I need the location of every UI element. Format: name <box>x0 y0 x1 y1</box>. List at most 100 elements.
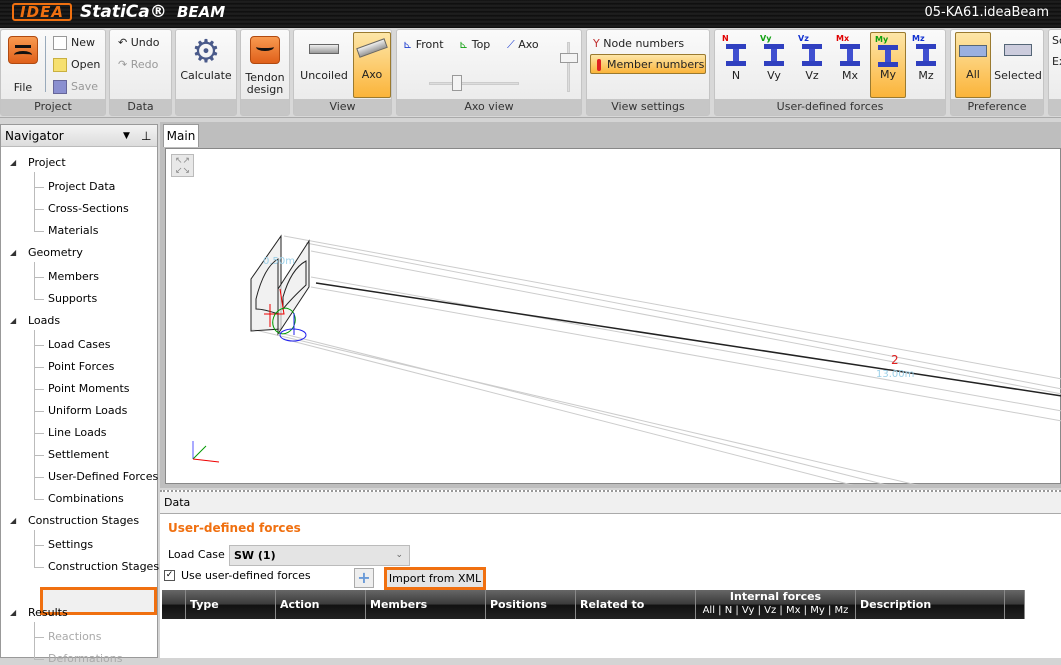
horizontal-rotation-slider[interactable] <box>429 75 519 91</box>
save-label: Save <box>71 80 99 93</box>
udf-button-vy[interactable]: Vy Vy <box>756 32 792 98</box>
expand-icon[interactable]: ◢ <box>10 516 16 525</box>
nav-item-point-moments[interactable]: Point Moments <box>48 382 130 395</box>
column-header[interactable]: Positions <box>486 590 576 619</box>
top-view-button[interactable]: ⊾ Top <box>459 38 490 51</box>
nav-item-line-loads[interactable]: Line Loads <box>48 426 107 439</box>
load-case-select[interactable]: SW (1) ⌄ <box>229 545 410 566</box>
group-tendon: Tendon design <box>240 29 290 116</box>
calculate-button[interactable]: ⚙ Calculate <box>178 32 234 98</box>
selected-label: Selected <box>994 69 1042 82</box>
tree-line <box>34 172 35 231</box>
i-beam-icon <box>878 45 898 67</box>
uncoiled-button[interactable]: Uncoiled <box>296 32 352 98</box>
partial-label-b: Ex <box>1052 55 1061 68</box>
tree-connector <box>34 477 44 478</box>
nav-item-construction-stages[interactable]: Construction Stages <box>48 560 159 573</box>
nav-item-combinations[interactable]: Combinations <box>48 492 124 505</box>
group-label-calculate <box>176 99 236 115</box>
new-document-icon <box>53 36 67 50</box>
tree-connector <box>34 567 44 568</box>
vertical-rotation-slider[interactable] <box>560 42 578 92</box>
use-user-defined-forces-checkbox[interactable]: ✓ <box>164 570 175 581</box>
pin-icon[interactable]: ⊥ <box>141 125 151 147</box>
nav-item-cross-sections[interactable]: Cross-Sections <box>48 202 129 215</box>
column-header[interactable]: Related to <box>576 590 696 619</box>
nav-item-user-defined-forces[interactable]: User-Defined Forces <box>48 470 158 483</box>
nav-item-materials[interactable]: Materials <box>48 224 98 237</box>
nav-item-deformations[interactable]: Deformations <box>48 652 122 665</box>
axis-triad-icon <box>192 441 220 463</box>
nav-group-project[interactable]: Project <box>28 156 66 169</box>
front-view-button[interactable]: ⊾ Front <box>403 38 444 51</box>
column-header[interactable]: Description <box>856 590 1005 619</box>
expand-icon[interactable]: ◢ <box>10 248 16 257</box>
redo-icon: ↷ <box>118 58 131 71</box>
nav-item-project-data[interactable]: Project Data <box>48 180 115 193</box>
column-header[interactable]: Action <box>276 590 366 619</box>
tree-connector <box>34 433 44 434</box>
axo-view-button[interactable]: ⟋ Axo <box>507 38 539 52</box>
nav-item-point-forces[interactable]: Point Forces <box>48 360 114 373</box>
nav-item-load-cases[interactable]: Load Cases <box>48 338 111 351</box>
member-length-label: 13.00m <box>876 369 914 380</box>
tendon-icon <box>250 36 280 64</box>
group-axo-view: ⊾ Front ⊾ Top ⟋ Axo Axo view <box>396 29 582 116</box>
udf-button-mx[interactable]: Mx Mx <box>832 32 868 98</box>
tree-connector <box>34 455 44 456</box>
undo-icon: ↶ <box>118 36 131 49</box>
nav-item-reactions[interactable]: Reactions <box>48 630 102 643</box>
chevron-down-icon: ⌄ <box>395 550 403 560</box>
nav-group-geometry[interactable]: Geometry <box>28 246 83 259</box>
tree-connector <box>34 659 44 660</box>
nav-item-supports[interactable]: Supports <box>48 292 97 305</box>
nav-item-settings[interactable]: Settings <box>48 538 93 551</box>
data-panel-header: Data <box>160 492 1061 514</box>
uncoiled-beam-icon <box>309 44 339 54</box>
tab-main[interactable]: Main <box>163 124 199 147</box>
column-label: Members <box>370 598 428 611</box>
nav-group-loads[interactable]: Loads <box>28 314 60 327</box>
dropdown-icon[interactable]: ▼ <box>123 125 130 147</box>
preference-all-button[interactable]: All <box>955 32 991 98</box>
nav-group-results[interactable]: Results <box>28 606 68 619</box>
redo-button[interactable]: ↷ Redo <box>118 58 158 71</box>
column-header[interactable]: Type <box>186 590 276 619</box>
tree-line <box>34 330 35 499</box>
import-from-xml-button[interactable]: Import from XML <box>384 567 486 590</box>
group-project: File New Open Save Project <box>0 29 106 116</box>
nav-item-members[interactable]: Members <box>48 270 99 283</box>
column-header[interactable]: Internal forces All | N | Vy | Vz | Mx | … <box>696 590 856 619</box>
force-tag: N <box>722 34 729 43</box>
node-numbers-button[interactable]: Y Node numbers <box>593 37 684 50</box>
tendon-design-button[interactable]: Tendon design <box>243 32 287 98</box>
udf-button-mz[interactable]: Mz Mz <box>908 32 944 98</box>
data-panel: Data User-defined forces Load Case SW (1… <box>160 490 1061 658</box>
expand-icon[interactable]: ◢ <box>10 316 16 325</box>
3d-viewport[interactable]: ↖↗ ↙↘ 0.50m 2 13.00m <box>165 148 1061 485</box>
save-icon <box>53 80 67 94</box>
member-number-label: 2 <box>891 353 899 367</box>
new-button[interactable]: New <box>53 36 95 50</box>
add-icon[interactable]: + <box>354 568 374 588</box>
nav-item-uniform-loads[interactable]: Uniform Loads <box>48 404 127 417</box>
expand-icon[interactable]: ◢ <box>10 158 16 167</box>
calculate-label: Calculate <box>180 69 232 82</box>
file-button[interactable]: File <box>5 32 41 98</box>
axo-axes-icon: ⟋ <box>507 38 515 51</box>
udf-button-vz[interactable]: Vz Vz <box>794 32 830 98</box>
udf-button-my[interactable]: My My <box>870 32 906 98</box>
internal-forces-subheaders[interactable]: All | N | Vy | Vz | Mx | My | Mz <box>696 604 855 618</box>
expand-icon[interactable]: ◢ <box>10 608 16 617</box>
nav-group-construction-stages[interactable]: Construction Stages <box>28 514 139 527</box>
open-button[interactable]: Open <box>53 58 100 72</box>
save-button[interactable]: Save <box>53 80 98 94</box>
nav-item-settlement[interactable]: Settlement <box>48 448 109 461</box>
udf-button-n[interactable]: NN <box>718 32 754 98</box>
column-header[interactable]: Members <box>366 590 486 619</box>
undo-button[interactable]: ↶ Undo <box>118 36 159 49</box>
file-icon <box>8 36 38 64</box>
member-numbers-button[interactable]: Member numbers <box>590 54 706 74</box>
preference-selected-button[interactable]: Selected <box>993 32 1043 98</box>
axo-button[interactable]: Axo <box>353 32 391 98</box>
